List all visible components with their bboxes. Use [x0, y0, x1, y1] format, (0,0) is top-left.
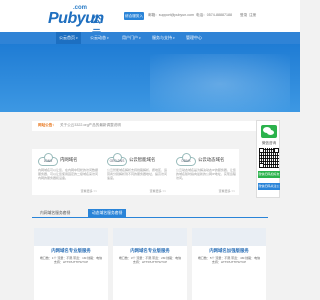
card-geo-dns[interactable]: GEO.DNS 公云智能域名 公云智能域名解析支持线路解析，按地区、运营商分别解… [101, 149, 170, 195]
notice-bar: 网站公告： 关于公云3322.org产品的最新调整说明 [32, 121, 268, 131]
nav-item-home[interactable]: 公云首页 ▾ [56, 32, 81, 44]
qr-corner [274, 148, 279, 153]
hero-banner [0, 44, 300, 112]
service-entry-button[interactable]: 综合服务入口 [124, 12, 144, 26]
wechat-label: 微信咨询 [261, 141, 277, 145]
cloud-icon: LDNS [38, 153, 58, 166]
nav-item-user-portal[interactable]: 用户门户 ▾ [122, 32, 141, 44]
nav-item-admin[interactable]: 管理中心 [186, 32, 202, 44]
plan-header [192, 228, 266, 246]
plan-header [113, 228, 187, 246]
card-desc: 内网域名可以让您，在内网中轻松的访问数据服务器，可以让您使用固定的二级域名来访问… [38, 168, 99, 180]
card-more-link[interactable]: 查看更多 >> [150, 189, 166, 193]
plan-name: 内网域名专业版服务 [51, 248, 91, 253]
register-link[interactable]: 注册 [249, 13, 256, 18]
email-text: 邮箱：support@pubyun.com [148, 13, 194, 17]
cloud-label: DDNS [181, 159, 191, 163]
nav-item-news[interactable]: 公云动态 ▾ [90, 32, 109, 44]
card-intranet-domain[interactable]: LDNS 内网域名 内网域名可以让您，在内网中轻松的访问数据服务器，可以让您使用… [32, 149, 101, 195]
cloud-icon: GEO.DNS [107, 153, 127, 166]
bubble-shape [267, 130, 274, 135]
cloud-label: GEO.DNS [109, 159, 125, 163]
notice-link[interactable]: 关于公云3322.org产品的最新调整说明 [60, 123, 121, 128]
plan-specs: 端口数：1个 流量：不限 带宽：1M 线路：电信 支持：HTTP/HTTPS/T… [39, 256, 103, 265]
banner-glow [150, 54, 290, 112]
package-plans: 内网域名专业版服务 端口数：1个 流量：不限 带宽：1M 线路：电信 支持：HT… [32, 220, 268, 300]
nav-item-support[interactable]: 服务与支持 ▾ [152, 32, 175, 44]
card-desc: 公云智能域名解析支持线路解析，按地区、运营商分别解析到不同的服务器地址，提高访问… [107, 168, 168, 180]
wechat-panel: 微信咨询 微信扫码加好友 微信扫码关注公众号 [256, 120, 280, 198]
plan-header [34, 228, 108, 246]
cloud-label: LDNS [43, 159, 53, 163]
card-more-link[interactable]: 查看更多 >> [219, 189, 235, 193]
plan-card[interactable]: 内网域名专业版服务 端口数：1个 流量：不限 带宽：1M 线路：电信 支持：HT… [34, 228, 108, 300]
separator: | [246, 13, 247, 17]
plan-name: 内网域名专业版服务 [130, 248, 170, 253]
qr-corner [259, 163, 264, 168]
wechat-follow-button[interactable]: 微信扫码关注公众号 [258, 183, 280, 195]
package-tabs: 内网域名服务套餐 动态域名服务套餐 [32, 209, 268, 218]
card-title: 公云智能域名 [129, 157, 156, 162]
plan-card[interactable]: 内网域名专业版服务 端口数：3个 流量：不限 带宽：2M 线路：电信 支持：HT… [113, 228, 187, 300]
cloud-icon: DDNS [176, 153, 196, 166]
wechat-add-friend-button[interactable]: 微信扫码加好友 [258, 171, 280, 178]
notice-tag: 网站公告： [38, 123, 56, 127]
card-ddns[interactable]: DDNS 公云动态域名 公云动态域名是为解决动态IP的服务器，让您的域名随时指向… [170, 149, 239, 195]
card-title: 内网域名 [60, 157, 78, 162]
card-title: 公云动态域名 [198, 157, 225, 162]
plan-specs: 端口数：3个 流量：不限 带宽：2M 线路：电信 支持：HTTP/HTTPS/T… [118, 256, 182, 265]
qr-corner [259, 148, 264, 153]
phone-text: 电话：0574-88887188 [196, 13, 232, 17]
main-nav: 公云首页 ▾ 公云动态 ▾ 用户门户 ▾ 服务与支持 ▾ 管理中心 [0, 32, 300, 44]
plan-card[interactable]: 内网域名加强版服务 端口数：5个 流量：不限 带宽：4M 线路：电信 支持：HT… [192, 228, 266, 300]
pubyun-logo[interactable]: .com Pubyun 公云 [48, 5, 104, 38]
card-desc: 公云动态域名是为解决动态IP的服务器，让您的域名随时指向最新的公网IP地址，实现… [176, 168, 236, 180]
plan-name: 内网域名加强版服务 [209, 248, 249, 253]
product-cards: LDNS 内网域名 内网域名可以让您，在内网中轻松的访问数据服务器，可以让您使用… [32, 149, 239, 195]
plan-specs: 端口数：5个 流量：不限 带宽：4M 线路：电信 支持：HTTP/HTTPS/T… [197, 256, 261, 265]
qr-code [259, 148, 279, 168]
wechat-icon [261, 125, 277, 138]
tab-intranet-packages[interactable]: 内网域名服务套餐 [36, 209, 74, 218]
card-more-link[interactable]: 查看更多 >> [81, 189, 97, 193]
tab-ddns-packages[interactable]: 动态域名服务套餐 [88, 209, 127, 218]
site-header: .com Pubyun 公云 综合服务入口 邮箱：support@pubyun.… [0, 0, 300, 38]
